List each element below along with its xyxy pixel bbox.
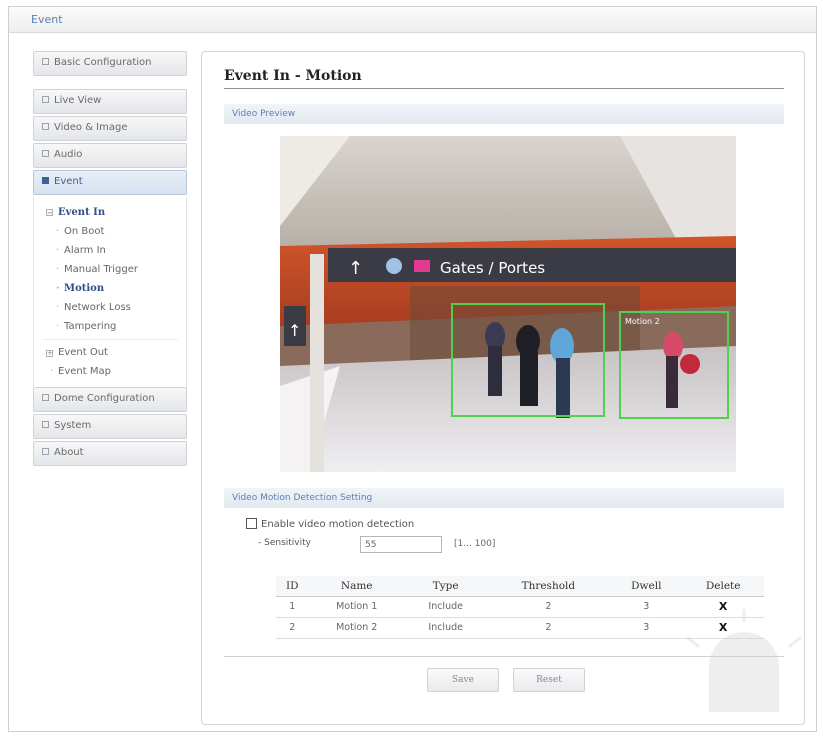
video-preview-header: Video Preview [224,104,784,124]
sign-arrow-icon: ↑ [288,321,301,340]
motion-detection-header: Video Motion Detection Setting [224,488,784,508]
bullet-icon: · [56,226,60,237]
tree-item-on-boot[interactable]: · On Boot [42,222,186,241]
collapsed-square-icon [42,394,49,401]
tree-item-network-loss[interactable]: · Network Loss [42,298,186,317]
sidebar-item-dome-configuration[interactable]: Dome Configuration [33,387,187,412]
window-title-bar: Event [9,7,816,33]
sidebar-item-system[interactable]: System [33,414,187,439]
bullet-icon: · [56,302,60,313]
sidebar-item-about[interactable]: About [33,441,187,466]
cell-id: 1 [276,596,309,618]
sidebar-item-video-image[interactable]: Video & Image [33,116,187,141]
reset-button[interactable]: Reset [513,668,585,692]
sign-arrow-icon: ↑ [348,258,363,279]
page-title: Event In - Motion [224,68,784,89]
tree-item-event-map[interactable]: · Event Map [42,362,186,381]
collapsed-square-icon [42,421,49,428]
sidebar-item-audio[interactable]: Audio [33,143,187,168]
col-header-dwell: Dwell [610,576,683,597]
tree-collapse-icon: + [46,349,53,357]
enable-motion-checkbox[interactable] [246,518,257,529]
cell-name: Motion 2 [308,617,405,639]
enable-motion-row: Enable video motion detection [246,518,414,530]
col-header-id: ID [276,576,309,597]
cell-type: Include [404,596,487,618]
expanded-square-icon [42,177,49,184]
enable-motion-label: Enable video motion detection [261,519,415,530]
cell-type: Include [404,617,487,639]
tree-item-tampering[interactable]: · Tampering [42,317,186,336]
col-header-type: Type [404,576,487,597]
cell-id: 2 [276,617,309,639]
cell-dwell: 3 [610,617,683,639]
col-header-delete: Delete [682,576,764,597]
cell-dwell: 3 [610,596,683,618]
collapsed-square-icon [42,150,49,157]
sidebar: Basic Configuration Live View Video & Im… [33,51,187,468]
bullet-icon: · [56,283,60,294]
tree-item-manual-trigger[interactable]: · Manual Trigger [42,260,186,279]
tree-item-motion[interactable]: · Motion [42,279,186,298]
sidebar-item-live-view[interactable]: Live View [33,89,187,114]
motion-region-2-label: Motion 2 [625,317,660,326]
sidebar-item-event[interactable]: Event [33,170,187,195]
col-header-name: Name [308,576,405,597]
sensitivity-input[interactable] [360,536,442,553]
window-title: Event [31,13,63,26]
save-button[interactable]: Save [427,668,499,692]
gate-icon [414,260,430,272]
tree-item-event-out[interactable]: + Event Out [42,343,186,362]
collapsed-square-icon [42,58,49,65]
collapsed-square-icon [42,123,49,130]
col-header-threshold: Threshold [486,576,611,597]
bullet-icon: · [56,245,60,256]
event-subtree: − Event In · On Boot · Alarm In · Manual Tri… [33,197,187,387]
video-frame-image: ↑ Gates / Portes ↑ Motion 2 [280,136,736,472]
tree-item-event-in[interactable]: − Event In [42,203,186,222]
sidebar-item-basic-configuration[interactable]: Basic Configuration [33,51,187,76]
sensitivity-label: - Sensitivity [258,538,311,548]
clock-icon [386,258,402,274]
dome-camera-watermark-icon [686,609,802,712]
bullet-icon: · [56,264,60,275]
video-sign-text: Gates / Portes [440,259,545,277]
table-header-row: ID Name Type Threshold Dwell Delete [276,576,764,597]
bullet-icon: · [56,321,60,332]
video-preview[interactable]: ↑ Gates / Portes ↑ Motion 2 [280,136,736,472]
collapsed-square-icon [42,96,49,103]
bullet-icon: · [50,366,54,377]
app-frame: Event Basic Configuration Live View Vide… [8,6,817,732]
tree-expand-icon: − [46,208,53,217]
cell-name: Motion 1 [308,596,405,618]
cell-threshold: 2 [486,596,611,618]
sensitivity-range: [1... 100] [454,539,496,549]
tree-item-alarm-in[interactable]: · Alarm In [42,241,186,260]
collapsed-square-icon [42,448,49,455]
cell-threshold: 2 [486,617,611,639]
